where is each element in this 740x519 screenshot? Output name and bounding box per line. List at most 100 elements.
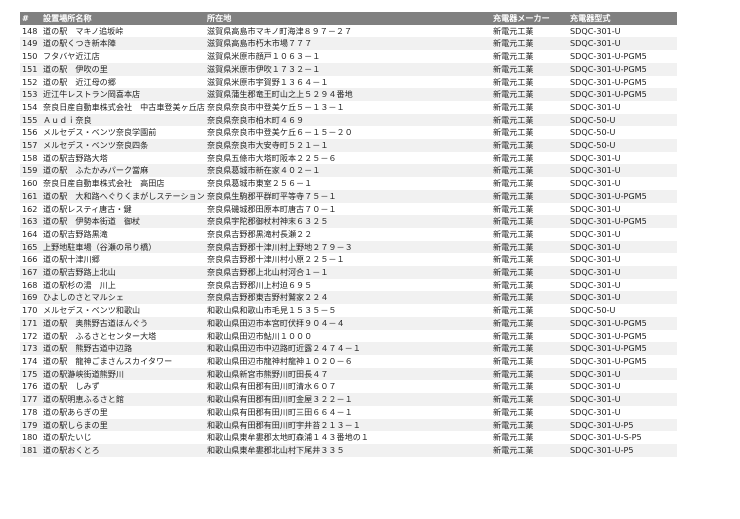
cell-address: 和歌山県有田郡有田川町清水６０７ xyxy=(205,380,491,394)
cell-model: SDQC-301-U xyxy=(568,367,677,381)
cell-number: 167 xyxy=(20,266,41,279)
cell-maker: 新電元工業 xyxy=(491,62,568,76)
cell-maker: 新電元工業 xyxy=(491,278,568,292)
cell-maker: 新電元工業 xyxy=(491,50,568,63)
cell-maker: 新電元工業 xyxy=(491,253,568,267)
table-row: 171 道の駅 奥熊野古道ほんぐう 和歌山県田辺市本宮町伏拝９０４－４ 新電元工業 SD… xyxy=(20,316,677,330)
table-row: 154 奈良日産自動車株式会社 中古車登美ヶ丘店 奈良県奈良市中登美ケ丘５－１３－１… xyxy=(20,100,677,114)
cell-location-name: 道の駅 熊野古道中辺路 xyxy=(41,342,205,355)
cell-maker: 新電元工業 xyxy=(491,24,568,38)
cell-location-name: 道の駅 近江母の郷 xyxy=(41,75,205,89)
cell-address: 滋賀県米原市伊吹１７３２－１ xyxy=(205,62,491,76)
cell-location-name: メルセデス・ベンツ和歌山 xyxy=(41,304,205,317)
table-row: 155 Ａｕｄｉ奈良 奈良県奈良市柏木町４６９ 新電元工業 SDQC-50-U xyxy=(20,113,677,127)
table-row: 169 ひよしのさとマルシェ 奈良県吉野郡東吉野村鷲家２２４ 新電元工業 SDQC-30… xyxy=(20,291,677,305)
cell-location-name: 道の駅あらぎの里 xyxy=(41,405,205,419)
cell-address: 奈良県吉野郡東吉野村鷲家２２４ xyxy=(205,291,491,305)
cell-location-name: 道の駅レスティ唐古・鍵 xyxy=(41,202,205,216)
table-row: 168 道の駅杉の湯 川上 奈良県吉野郡川上村迫６９５ 新電元工業 SDQC-301-U xyxy=(20,278,677,292)
table-row: 157 メルセデス・ベンツ奈良四条 奈良県奈良市大安寺町５２１－１ 新電元工業 SDQC… xyxy=(20,139,677,152)
cell-maker: 新電元工業 xyxy=(491,88,568,101)
cell-number: 150 xyxy=(20,50,41,63)
cell-maker: 新電元工業 xyxy=(491,126,568,140)
cell-number: 158 xyxy=(20,151,41,165)
cell-location-name: メルセデス・ベンツ奈良四条 xyxy=(41,139,205,152)
cell-model: SDQC-301-U-PGM5 xyxy=(568,354,677,368)
table-row: 164 道の駅吉野路黒滝 奈良県吉野郡黒滝村長瀬２２ 新電元工業 SDQC-301-U xyxy=(20,227,677,241)
cell-number: 152 xyxy=(20,75,41,89)
cell-address: 奈良県葛城市東室２５６－１ xyxy=(205,177,491,190)
cell-number: 162 xyxy=(20,202,41,216)
cell-location-name: 道の駅吉野路大塔 xyxy=(41,151,205,165)
cell-number: 168 xyxy=(20,278,41,292)
table-row: 159 道の駅 ふたかみパーク當麻 奈良県葛城市新在家４０２－１ 新電元工業 SDQC-… xyxy=(20,164,677,178)
cell-number: 169 xyxy=(20,291,41,305)
cell-location-name: 道の駅吉野路上北山 xyxy=(41,266,205,279)
cell-location-name: 道の駅瀞峡街道熊野川 xyxy=(41,367,205,381)
cell-address: 奈良県吉野郡十津川村上野地２７９－３ xyxy=(205,240,491,254)
cell-address: 滋賀県米原市顔戸１０６３－１ xyxy=(205,50,491,63)
cell-model: SDQC-301-U-PGM5 xyxy=(568,62,677,76)
cell-model: SDQC-50-U xyxy=(568,113,677,127)
table-row: 175 道の駅瀞峡街道熊野川 和歌山県新宮市熊野川町田長４７ 新電元工業 SDQC-30… xyxy=(20,367,677,381)
cell-model: SDQC-301-U xyxy=(568,164,677,178)
cell-model: SDQC-301-U xyxy=(568,405,677,419)
cell-location-name: 道の駅明恵ふるさと館 xyxy=(41,393,205,406)
cell-location-name: 道の駅 しみず xyxy=(41,380,205,394)
cell-location-name: Ａｕｄｉ奈良 xyxy=(41,113,205,127)
cell-address: 和歌山県東牟婁郡北山村下尾井３３５ xyxy=(205,443,491,457)
cell-maker: 新電元工業 xyxy=(491,100,568,114)
table-row: 177 道の駅明恵ふるさと館 和歌山県有田郡有田川町金屋３２２－１ 新電元工業 SDQC… xyxy=(20,393,677,406)
table-row: 148 道の駅 マキノ追坂峠 滋賀県高島市マキノ町海津８９７－２７ 新電元工業 SDQC… xyxy=(20,24,677,38)
cell-maker: 新電元工業 xyxy=(491,418,568,432)
table-body: 148 道の駅 マキノ追坂峠 滋賀県高島市マキノ町海津８９７－２７ 新電元工業 SDQC… xyxy=(20,24,677,457)
cell-location-name: 道の駅吉野路黒滝 xyxy=(41,227,205,241)
cell-location-name: ひよしのさとマルシェ xyxy=(41,291,205,305)
header-location-name: 設置場所名称 xyxy=(41,12,205,25)
cell-maker: 新電元工業 xyxy=(491,202,568,216)
table-row: 172 道の駅 ふるさとセンター大塔 和歌山県田辺市鮎川１０００ 新電元工業 SDQC-… xyxy=(20,329,677,343)
cell-maker: 新電元工業 xyxy=(491,151,568,165)
cell-location-name: 道の駅 伊勢本街道 御杖 xyxy=(41,215,205,228)
cell-model: SDQC-301-U xyxy=(568,100,677,114)
cell-model: SDQC-301-U xyxy=(568,24,677,38)
cell-location-name: 道の駅十津川郷 xyxy=(41,253,205,267)
cell-number: 178 xyxy=(20,405,41,419)
cell-number: 148 xyxy=(20,24,41,38)
cell-maker: 新電元工業 xyxy=(491,354,568,368)
cell-address: 奈良県奈良市中登美ケ丘５－１３－１ xyxy=(205,100,491,114)
cell-number: 174 xyxy=(20,354,41,368)
cell-address: 滋賀県蒲生郡竜王町山之上５２９４番地 xyxy=(205,88,491,101)
table-row: 156 メルセデス・ベンツ奈良学園前 奈良県奈良市中登美ケ丘６－１５－２０ 新電元工業… xyxy=(20,126,677,140)
cell-location-name: 道の駅杉の湯 川上 xyxy=(41,278,205,292)
cell-model: SDQC-301-U-PGM5 xyxy=(568,189,677,203)
cell-model: SDQC-301-U-PGM5 xyxy=(568,342,677,355)
table-row: 174 道の駅 龍神ごまさんスカイタワー 和歌山県田辺市龍神村龍神１０２０－６ 新電元… xyxy=(20,354,677,368)
cell-location-name: 上野地駐車場（谷瀬の吊り橋） xyxy=(41,240,205,254)
cell-model: SDQC-301-U-PGM5 xyxy=(568,88,677,101)
cell-address: 和歌山県田辺市中辺路町近露２４７４－１ xyxy=(205,342,491,355)
cell-maker: 新電元工業 xyxy=(491,266,568,279)
header-row: # 設置場所名称 所在地 充電器メーカー 充電器型式 xyxy=(20,12,677,25)
header-maker: 充電器メーカー xyxy=(491,12,568,25)
cell-number: 151 xyxy=(20,62,41,76)
cell-number: 163 xyxy=(20,215,41,228)
cell-maker: 新電元工業 xyxy=(491,405,568,419)
cell-address: 和歌山県有田郡有田川町宇井苔２１３－１ xyxy=(205,418,491,432)
table-row: 161 道の駅 大和路へぐりくまがしステーション 奈良県生駒郡平群町平等寺７５－１ 新… xyxy=(20,189,677,203)
cell-model: SDQC-301-U-P5 xyxy=(568,418,677,432)
cell-location-name: 奈良日産自動車株式会社 中古車登美ヶ丘店 xyxy=(41,100,205,114)
cell-address: 奈良県五條市大塔町阪本２２５－６ xyxy=(205,151,491,165)
table-row: 173 道の駅 熊野古道中辺路 和歌山県田辺市中辺路町近露２４７４－１ 新電元工業 SD… xyxy=(20,342,677,355)
cell-model: SDQC-301-U-PGM5 xyxy=(568,215,677,228)
cell-number: 179 xyxy=(20,418,41,432)
table-row: 179 道の駅しらまの里 和歌山県有田郡有田川町宇井苔２１３－１ 新電元工業 SDQC-… xyxy=(20,418,677,432)
cell-address: 和歌山県有田郡有田川町三田６６４－１ xyxy=(205,405,491,419)
table-row: 149 道の駅くつき新本陣 滋賀県高島市朽木市場７７７ 新電元工業 SDQC-301-U xyxy=(20,37,677,51)
table-row: 176 道の駅 しみず 和歌山県有田郡有田川町清水６０７ 新電元工業 SDQC-301-… xyxy=(20,380,677,394)
cell-model: SDQC-301-U xyxy=(568,37,677,51)
cell-location-name: 道の駅 大和路へぐりくまがしステーション xyxy=(41,189,205,203)
header-model: 充電器型式 xyxy=(568,12,677,25)
cell-address: 滋賀県高島市朽木市場７７７ xyxy=(205,37,491,51)
cell-maker: 新電元工業 xyxy=(491,443,568,457)
